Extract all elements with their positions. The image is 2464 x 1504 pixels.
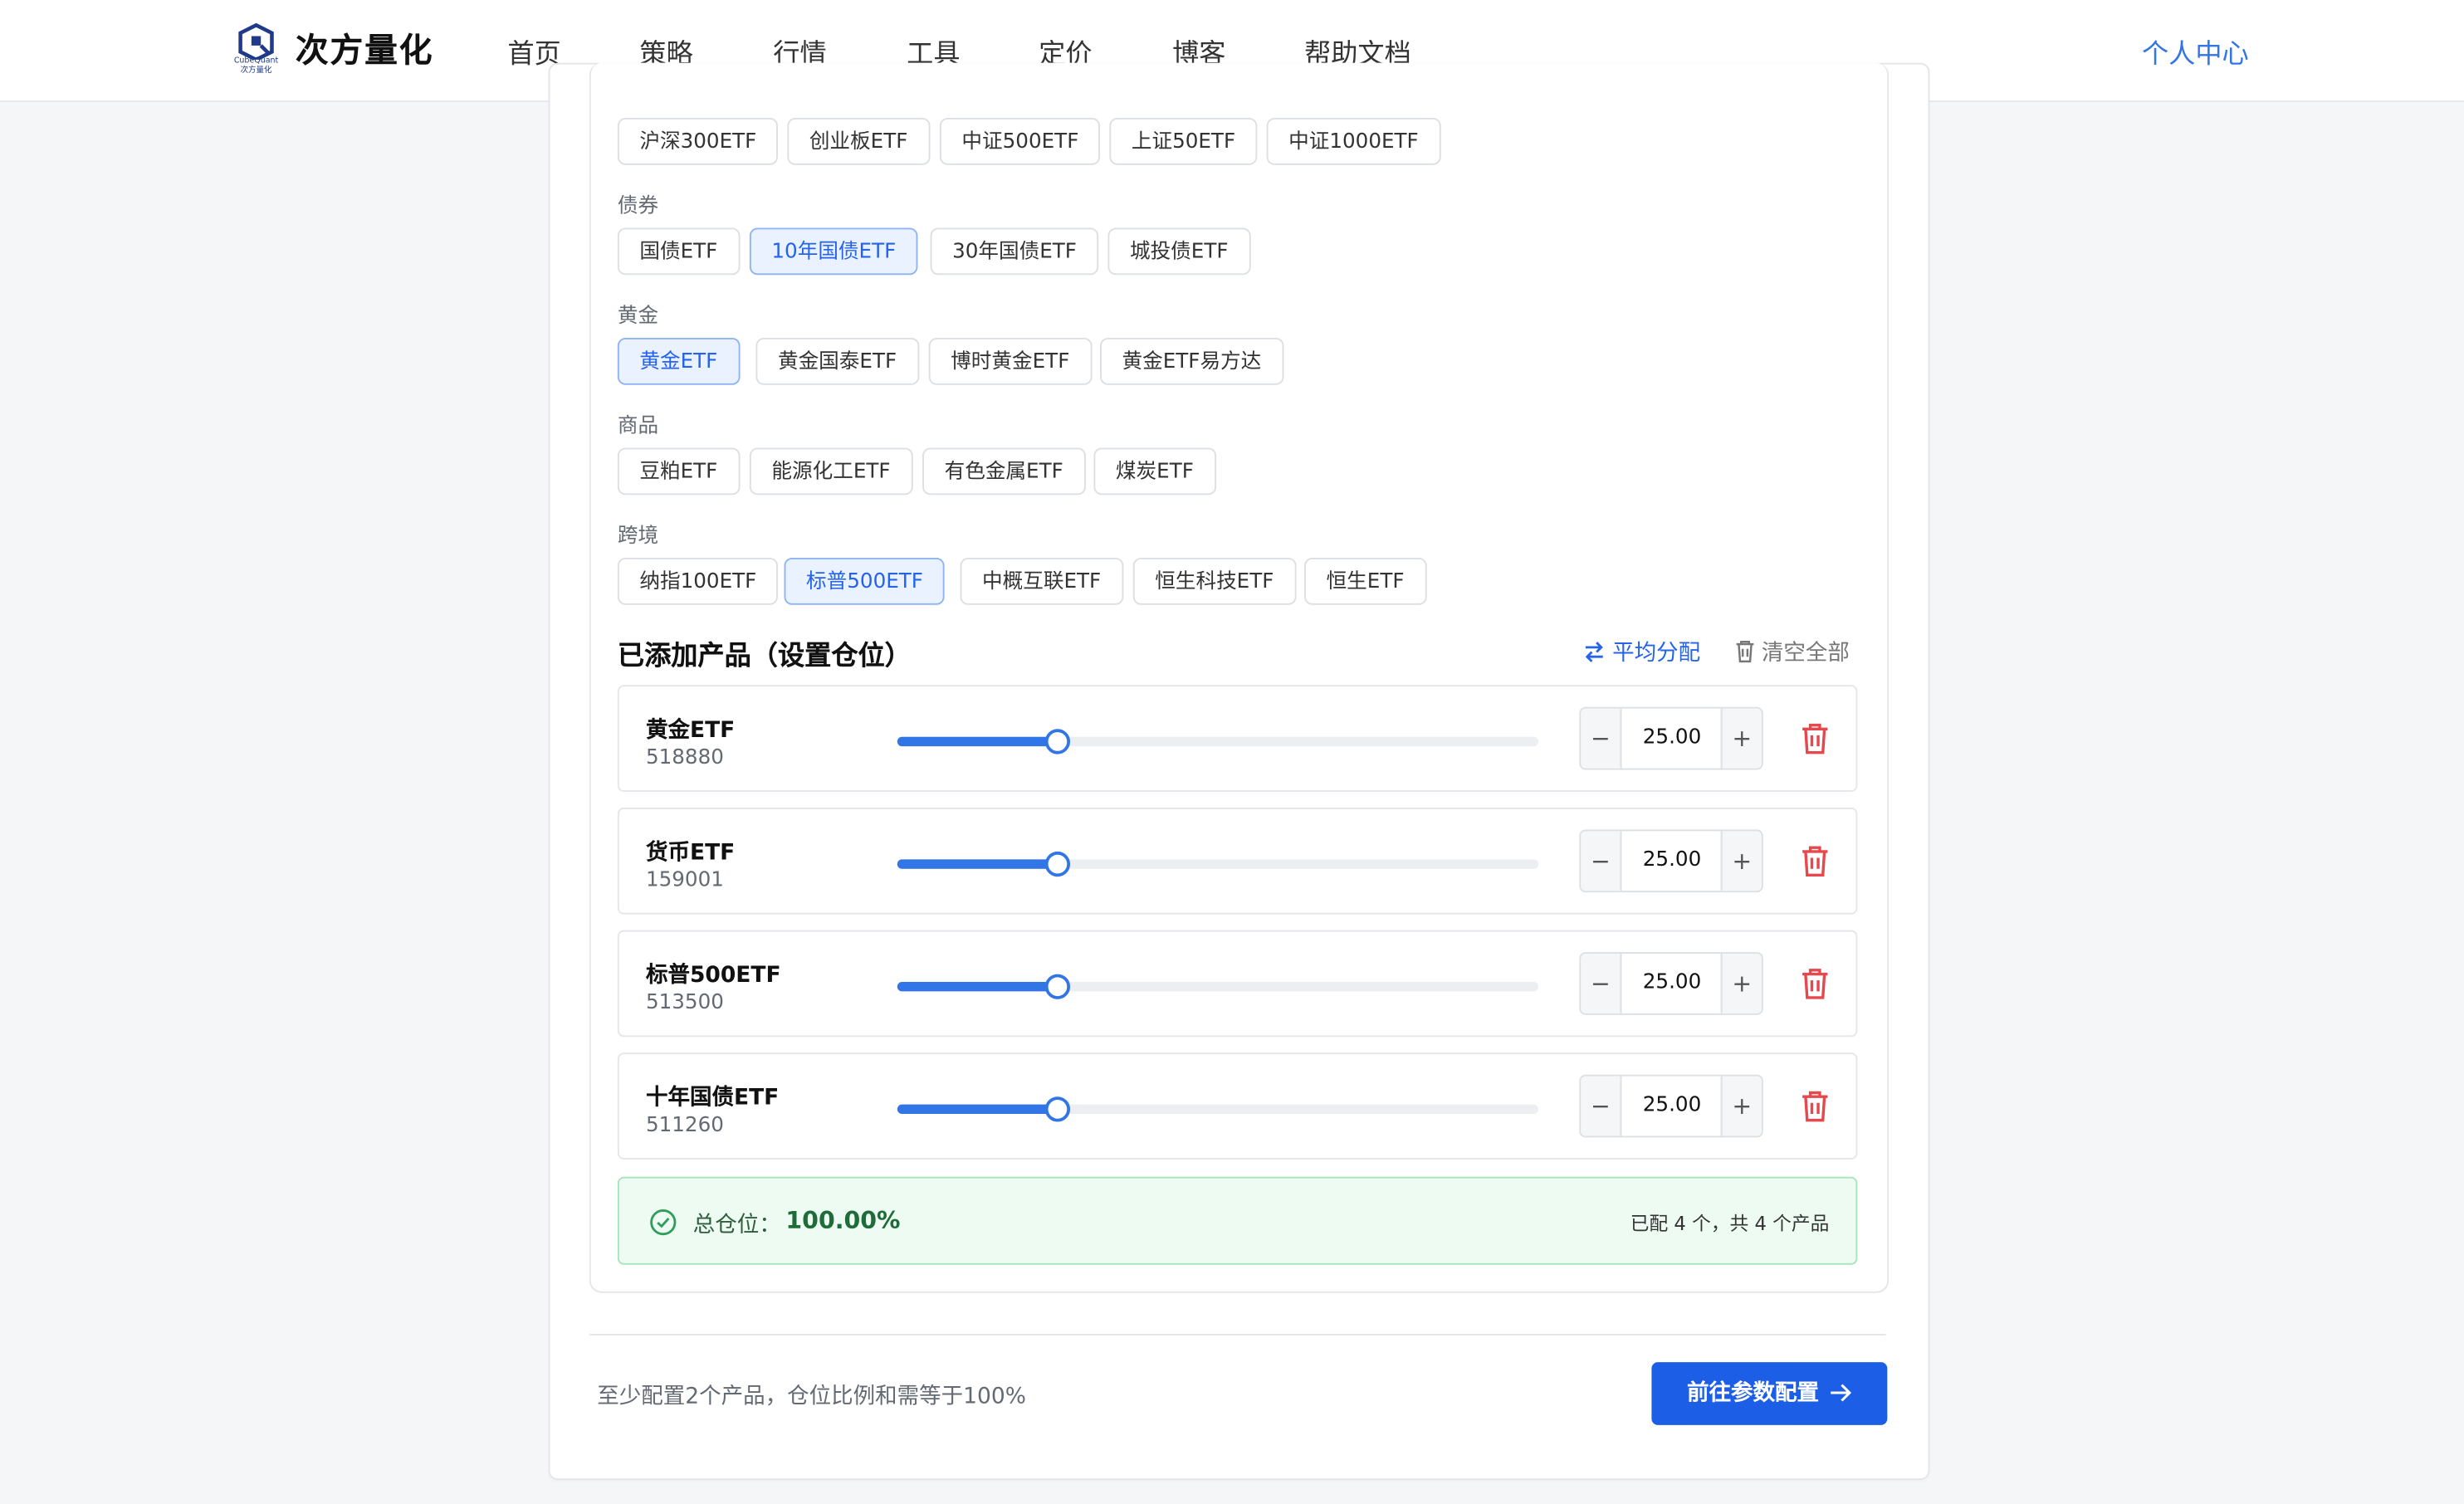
chip-hs300-etf[interactable]: 沪深300ETF bbox=[617, 117, 779, 165]
clear-all-label: 清空全部 bbox=[1761, 641, 1850, 667]
chip-gold-etf[interactable]: 黄金ETF bbox=[617, 337, 740, 385]
logo-subtitle: CubeQuant 次方量化 bbox=[233, 56, 279, 76]
average-allocate-button[interactable]: 平均分配 bbox=[1582, 637, 1700, 668]
next-step-button[interactable]: 前往参数配置 bbox=[1651, 1362, 1888, 1425]
chip-energy-chem-etf[interactable]: 能源化工ETF bbox=[749, 447, 913, 496]
chip-csi500-etf[interactable]: 中证500ETF bbox=[939, 117, 1101, 165]
slider-fill bbox=[897, 859, 1058, 869]
category-label-bonds: 债券 bbox=[617, 194, 659, 219]
allocation-input[interactable]: 25.00 bbox=[1621, 954, 1724, 1013]
product-name: 货币ETF bbox=[645, 840, 736, 866]
arrow-right-icon bbox=[1830, 1384, 1851, 1402]
category-label-cross-border: 跨境 bbox=[617, 525, 659, 549]
chip-10y-treasury-etf[interactable]: 10年国债ETF bbox=[749, 227, 918, 276]
added-products-title: 已添加产品（设置仓位） bbox=[617, 641, 912, 673]
delete-icon[interactable] bbox=[1799, 721, 1831, 756]
slider-fill bbox=[897, 736, 1058, 747]
slider-handle[interactable] bbox=[1044, 729, 1071, 754]
product-name: 黄金ETF bbox=[645, 718, 736, 744]
category-label-gold: 黄金 bbox=[617, 305, 659, 329]
allocation-input[interactable]: 25.00 bbox=[1621, 709, 1724, 769]
product-code: 511260 bbox=[645, 1114, 724, 1138]
swap-arrows-icon bbox=[1585, 642, 1603, 662]
product-code: 513500 bbox=[645, 991, 724, 1015]
chip-csi1000-etf[interactable]: 中证1000ETF bbox=[1266, 117, 1441, 165]
check-circle-icon bbox=[650, 1209, 677, 1236]
footer-hint: 至少配置2个产品，仓位比例和需等于100% bbox=[597, 1384, 1026, 1409]
increment-button[interactable]: + bbox=[1720, 831, 1762, 891]
chip-coal-etf[interactable]: 煤炭ETF bbox=[1093, 447, 1216, 496]
chip-soymeal-etf[interactable]: 豆粕ETF bbox=[617, 447, 740, 496]
chip-urban-invest-bond-etf[interactable]: 城投债ETF bbox=[1107, 227, 1251, 276]
category-label-commodities: 商品 bbox=[617, 414, 659, 439]
product-code: 518880 bbox=[645, 746, 724, 770]
chip-china-internet-etf[interactable]: 中概互联ETF bbox=[960, 557, 1123, 605]
chip-bosera-gold-etf[interactable]: 博时黄金ETF bbox=[928, 337, 1092, 385]
divider bbox=[589, 1334, 1886, 1336]
delete-icon[interactable] bbox=[1799, 966, 1831, 1001]
configured-count: 已配 4 个，共 4 个产品 bbox=[1630, 1213, 1830, 1235]
product-name: 标普500ETF bbox=[645, 963, 781, 989]
chip-chinext-etf[interactable]: 创业板ETF bbox=[787, 117, 930, 165]
trash-icon bbox=[1736, 641, 1754, 663]
clear-all-button[interactable]: 清空全部 bbox=[1735, 637, 1850, 668]
next-step-label: 前往参数配置 bbox=[1686, 1380, 1819, 1407]
chip-gold-guotai-etf[interactable]: 黄金国泰ETF bbox=[755, 337, 919, 385]
allocation-stepper: − 25.00 + bbox=[1579, 1074, 1763, 1138]
increment-button[interactable]: + bbox=[1720, 708, 1762, 769]
allocation-stepper: − 25.00 + bbox=[1579, 706, 1763, 770]
total-allocation-banner: 总仓位： 100.00% 已配 4 个，共 4 个产品 bbox=[617, 1176, 1858, 1265]
allocation-stepper: − 25.00 + bbox=[1579, 829, 1763, 893]
increment-button[interactable]: + bbox=[1720, 953, 1762, 1013]
chip-nonferrous-etf[interactable]: 有色金属ETF bbox=[922, 447, 1086, 496]
page-root: CubeQuant 次方量化 次方量化 首页 策略 行情 工具 定价 博客 帮助… bbox=[0, 0, 2464, 1503]
average-allocate-label: 平均分配 bbox=[1612, 641, 1701, 667]
total-allocation-value: 100.00% bbox=[785, 1206, 901, 1235]
chip-sp500-etf[interactable]: 标普500ETF bbox=[784, 557, 946, 605]
total-allocation-label: 总仓位： bbox=[692, 1213, 781, 1238]
chip-hang-seng-etf[interactable]: 恒生ETF bbox=[1304, 557, 1427, 605]
allocation-input[interactable]: 25.00 bbox=[1621, 1077, 1724, 1136]
allocation-row: 标普500ETF 513500 − 25.00 + bbox=[617, 930, 1858, 1038]
allocation-slider[interactable] bbox=[897, 729, 1539, 754]
slider-handle[interactable] bbox=[1044, 851, 1071, 877]
decrement-button[interactable]: − bbox=[1581, 831, 1622, 891]
allocation-stepper: − 25.00 + bbox=[1579, 952, 1763, 1015]
profile-link[interactable]: 个人中心 bbox=[2142, 32, 2249, 71]
chip-treasury-etf[interactable]: 国债ETF bbox=[617, 227, 740, 276]
chip-nasdaq100-etf[interactable]: 纳指100ETF bbox=[617, 557, 779, 605]
decrement-button[interactable]: − bbox=[1581, 708, 1622, 769]
allocation-slider[interactable] bbox=[897, 974, 1539, 999]
slider-handle[interactable] bbox=[1044, 1096, 1071, 1122]
chip-30y-treasury-etf[interactable]: 30年国债ETF bbox=[930, 227, 1099, 276]
allocation-row: 货币ETF 159001 − 25.00 + bbox=[617, 807, 1858, 915]
product-name: 十年国债ETF bbox=[645, 1085, 780, 1111]
increment-button[interactable]: + bbox=[1720, 1076, 1762, 1136]
delete-icon[interactable] bbox=[1799, 1089, 1831, 1124]
allocation-input[interactable]: 25.00 bbox=[1621, 831, 1724, 891]
allocation-row: 十年国债ETF 511260 − 25.00 + bbox=[617, 1052, 1858, 1160]
product-code: 159001 bbox=[645, 868, 724, 893]
chip-hs-tech-etf[interactable]: 恒生科技ETF bbox=[1132, 557, 1296, 605]
allocation-slider[interactable] bbox=[897, 1096, 1539, 1122]
brand-name[interactable]: 次方量化 bbox=[296, 25, 434, 72]
allocation-slider[interactable] bbox=[897, 851, 1539, 877]
slider-fill bbox=[897, 1104, 1058, 1115]
chip-gold-etf-efund[interactable]: 黄金ETF易方达 bbox=[1100, 337, 1283, 385]
delete-icon[interactable] bbox=[1799, 843, 1831, 878]
decrement-button[interactable]: − bbox=[1581, 1076, 1622, 1136]
decrement-button[interactable]: − bbox=[1581, 953, 1622, 1013]
slider-fill bbox=[897, 982, 1058, 992]
allocation-row: 黄金ETF 518880 − 25.00 + bbox=[617, 685, 1858, 793]
chip-sse50-etf[interactable]: 上证50ETF bbox=[1109, 117, 1258, 165]
slider-handle[interactable] bbox=[1044, 974, 1071, 999]
